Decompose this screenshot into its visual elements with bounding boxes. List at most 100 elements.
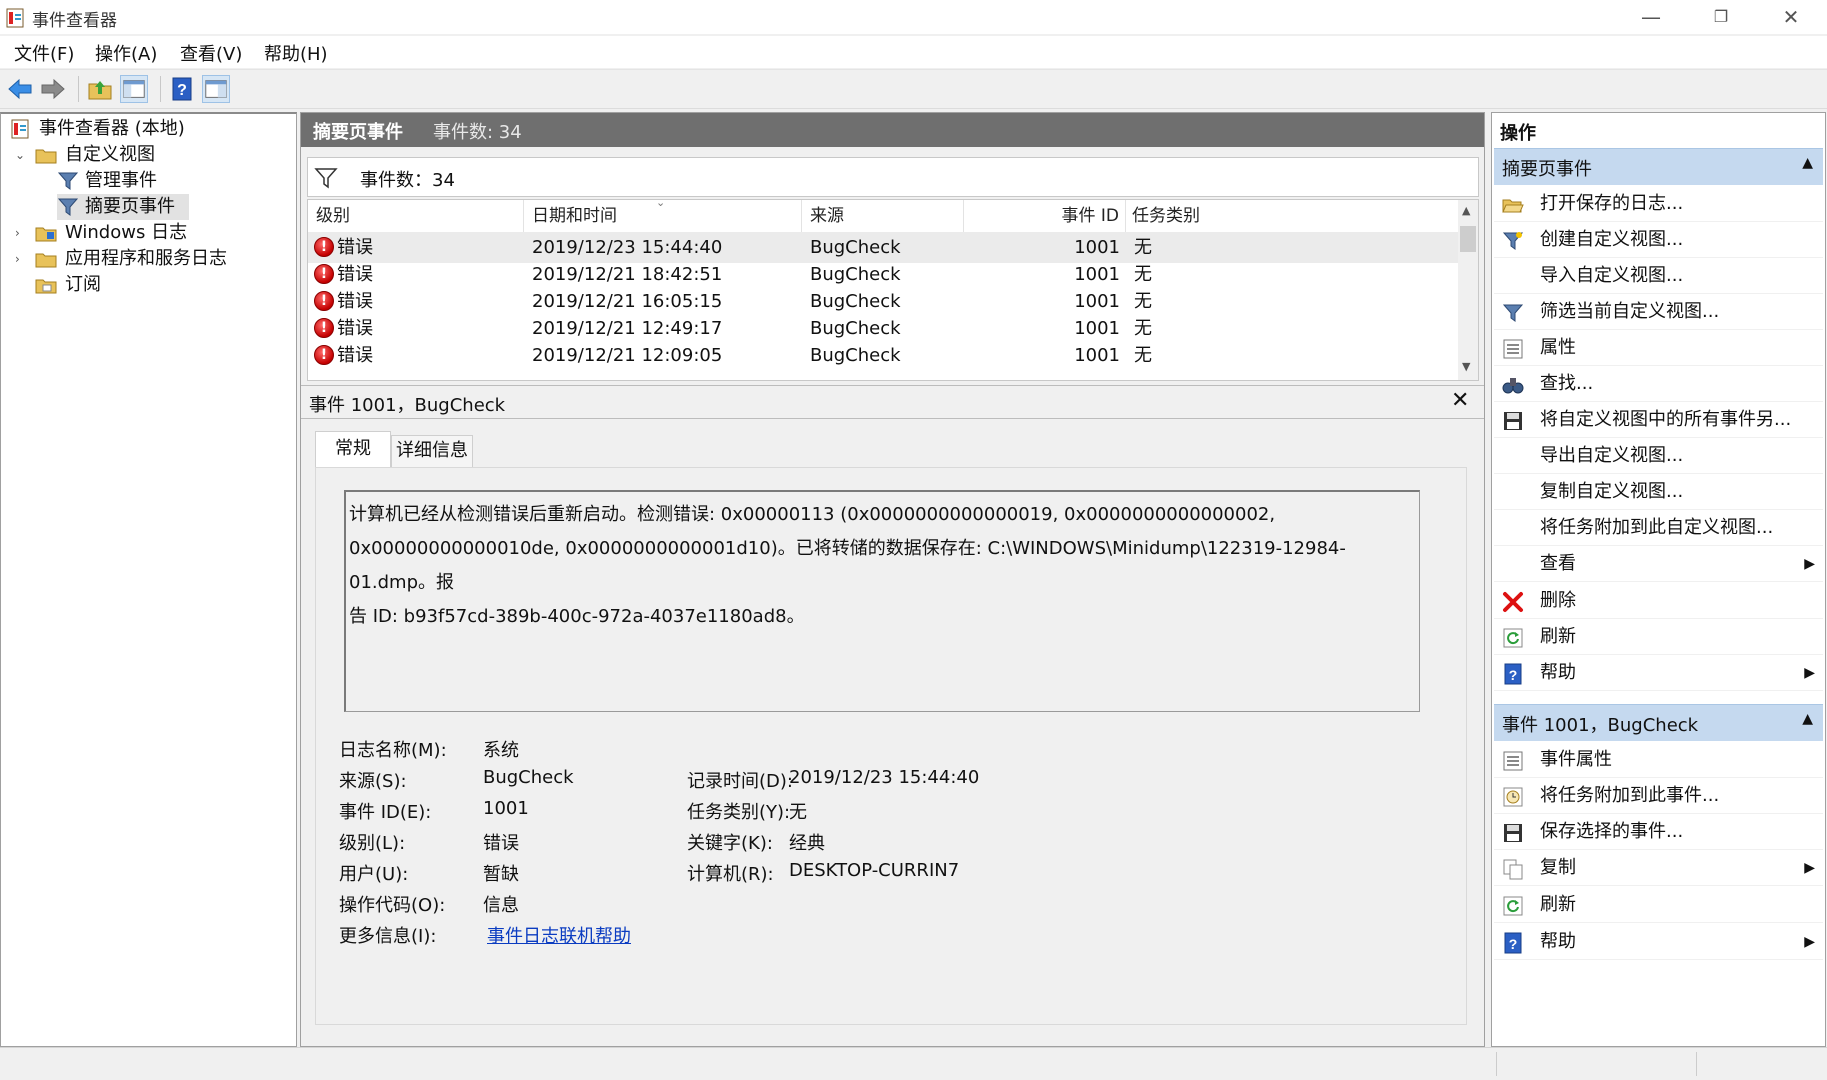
column-header-source[interactable]: 来源 — [802, 200, 964, 232]
event-viewer-app-icon — [6, 8, 24, 28]
open-folder-icon — [1502, 199, 1524, 213]
tree-item-summary-events[interactable]: 摘要页事件 — [57, 194, 189, 220]
action-label: 将自定义视图中的所有事件另... — [1540, 409, 1792, 430]
action-label: 删除 — [1540, 590, 1576, 611]
action-attach-task-to-view[interactable]: 将任务附加到此自定义视图... — [1494, 510, 1823, 546]
chevron-right-icon[interactable]: › — [15, 220, 20, 246]
menu-help[interactable]: 帮助(H) — [264, 40, 328, 66]
action-import-custom-view[interactable]: 导入自定义视图... — [1494, 258, 1823, 294]
action-copy[interactable]: 复制 ▶ — [1494, 850, 1823, 886]
binoculars-icon — [1502, 378, 1524, 394]
section-title: 摘要页事件 — [1502, 159, 1592, 180]
folder-icon — [35, 227, 57, 242]
detail-tabs: 常规 详细信息 — [315, 431, 1475, 467]
event-id-value: 1001 — [483, 798, 529, 819]
tab-details[interactable]: 详细信息 — [391, 435, 473, 467]
actions-section-summary[interactable]: 摘要页事件 ▲ — [1494, 148, 1823, 185]
collapse-up-icon[interactable]: ▲ — [1802, 711, 1813, 727]
cell-level: 错误 — [337, 345, 373, 366]
action-label: 刷新 — [1540, 894, 1576, 915]
close-window-button[interactable]: ✕ — [1756, 0, 1826, 34]
task-icon — [1503, 787, 1523, 807]
navigation-tree: 事件查看器 (本地) ⌄ 自定义视图 管理事件 摘要页事件 › Windows … — [0, 112, 297, 1047]
description-line: 计算机已经从检测错误后重新启动。检测错误: 0x00000113 (0x0000… — [349, 504, 1276, 525]
scroll-up-arrow-icon[interactable]: ▲ — [1462, 204, 1470, 217]
folder-up-icon[interactable] — [86, 75, 114, 103]
chevron-down-icon[interactable]: ⌄ — [15, 142, 25, 168]
actions-section-event[interactable]: 事件 1001，BugCheck ▲ — [1494, 704, 1823, 741]
opcode-label: 操作代码(O): — [339, 895, 446, 916]
action-save-selected-events[interactable]: 保存选择的事件... — [1494, 814, 1823, 850]
action-label: 查看 — [1540, 553, 1576, 574]
action-refresh[interactable]: 刷新 — [1494, 619, 1823, 655]
menu-action[interactable]: 操作(A) — [95, 40, 157, 66]
center-pane: 摘要页事件 事件数: 34 事件数：34 级别 日期和时间 ⌄ 来源 事件 ID… — [300, 112, 1485, 1047]
center-header: 摘要页事件 事件数: 34 — [301, 113, 1484, 147]
tree-item-subscriptions[interactable]: 订阅 — [7, 272, 287, 298]
action-help-event[interactable]: ? 帮助 ▶ — [1494, 924, 1823, 960]
action-properties[interactable]: 属性 — [1494, 330, 1823, 366]
close-icon[interactable]: ✕ — [1451, 388, 1469, 413]
actions-title: 操作 — [1500, 123, 1536, 144]
svg-text:?: ? — [1509, 667, 1518, 683]
tree-item-admin-events[interactable]: 管理事件 — [57, 168, 287, 194]
tree-label: 管理事件 — [85, 170, 157, 191]
chevron-right-icon[interactable]: › — [15, 246, 20, 272]
filter-outline-icon[interactable] — [314, 167, 338, 189]
action-view[interactable]: 查看 ▶ — [1494, 546, 1823, 582]
error-icon: ! — [314, 291, 334, 311]
show-hide-tree-icon[interactable] — [120, 75, 148, 103]
keywords-value: 经典 — [789, 833, 825, 854]
action-delete[interactable]: 删除 — [1494, 583, 1823, 619]
tree-label: 摘要页事件 — [85, 196, 175, 217]
menu-file[interactable]: 文件(F) — [14, 40, 74, 66]
scrollbar-thumb[interactable] — [1460, 226, 1476, 252]
events-scrollbar[interactable]: ▲ ▼ — [1458, 200, 1478, 380]
action-label: 复制 — [1540, 857, 1576, 878]
tree-item-custom-views[interactable]: ⌄ 自定义视图 — [7, 142, 287, 168]
action-attach-task-to-event[interactable]: 将任务附加到此事件... — [1494, 778, 1823, 814]
event-description[interactable]: 计算机已经从检测错误后重新启动。检测错误: 0x00000113 (0x0000… — [344, 490, 1420, 712]
show-hide-action-pane-icon[interactable] — [202, 75, 230, 103]
action-find[interactable]: 查找... — [1494, 366, 1823, 402]
restore-button[interactable]: ❐ — [1686, 0, 1756, 34]
action-event-properties[interactable]: 事件属性 — [1494, 742, 1823, 778]
table-row[interactable]: ! 错误 2019/12/21 12:09:05 BugCheck 1001 无 — [308, 340, 1458, 371]
tree-item-windows-logs[interactable]: › Windows 日志 — [7, 220, 287, 246]
menu-view[interactable]: 查看(V) — [180, 40, 242, 66]
online-help-link[interactable]: 事件日志联机帮助 — [487, 922, 631, 948]
action-help[interactable]: ? 帮助 ▶ — [1494, 655, 1823, 691]
scroll-down-arrow-icon[interactable]: ▼ — [1462, 360, 1470, 373]
task-category-label: 任务类别(Y): — [687, 802, 791, 823]
action-open-saved-log[interactable]: 打开保存的日志... — [1494, 186, 1823, 222]
tab-general[interactable]: 常规 — [315, 431, 391, 467]
action-copy-custom-view[interactable]: 复制自定义视图... — [1494, 474, 1823, 510]
back-arrow-icon[interactable] — [6, 75, 34, 103]
submenu-arrow-icon: ▶ — [1804, 934, 1815, 950]
level-value: 错误 — [483, 833, 519, 854]
user-label: 用户(U): — [339, 864, 409, 885]
column-header-event-id[interactable]: 事件 ID — [964, 200, 1126, 232]
action-save-all-events[interactable]: 将自定义视图中的所有事件另... — [1494, 402, 1823, 438]
delete-icon — [1503, 592, 1523, 612]
error-icon: ! — [314, 237, 334, 257]
forward-arrow-icon[interactable] — [39, 75, 67, 103]
minimize-button[interactable]: — — [1616, 0, 1686, 34]
level-label: 级别(L): — [339, 833, 406, 854]
description-line: 告 ID: b93f57cd-389b-400c-972a-4037e1180a… — [349, 606, 805, 627]
help-icon: ? — [1504, 932, 1522, 954]
general-tab-content: 计算机已经从检测错误后重新启动。检测错误: 0x00000113 (0x0000… — [315, 467, 1467, 1025]
action-label: 刷新 — [1540, 626, 1576, 647]
action-filter-current-view[interactable]: 筛选当前自定义视图... — [1494, 294, 1823, 330]
logged-label: 记录时间(D): — [687, 771, 793, 792]
action-export-custom-view[interactable]: 导出自定义视图... — [1494, 438, 1823, 474]
action-create-custom-view[interactable]: 创建自定义视图... — [1494, 222, 1823, 258]
tree-item-app-service-logs[interactable]: › 应用程序和服务日志 — [7, 246, 287, 272]
help-icon[interactable]: ? — [168, 75, 196, 103]
column-header-task[interactable]: 任务类别 — [1126, 200, 1458, 232]
svg-text:?: ? — [177, 82, 187, 99]
action-refresh-event[interactable]: 刷新 — [1494, 887, 1823, 923]
column-header-level[interactable]: 级别 — [308, 200, 524, 232]
tree-item-root[interactable]: 事件查看器 (本地) — [7, 116, 287, 142]
collapse-up-icon[interactable]: ▲ — [1802, 155, 1813, 171]
